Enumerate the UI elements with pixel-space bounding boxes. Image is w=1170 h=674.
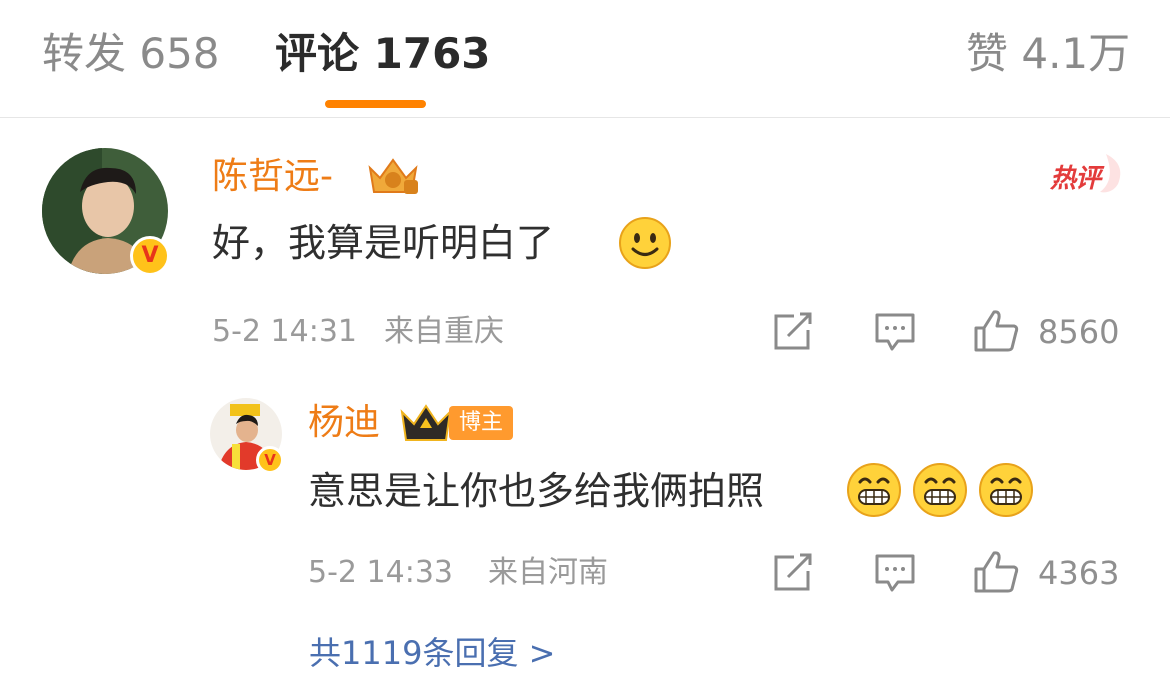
reply-text: 意思是让你也多给我俩拍照 [308, 469, 765, 513]
more-replies-link[interactable]: 共1119条回复 > [309, 628, 555, 674]
blogger-badge: 博主 [449, 406, 514, 440]
crown-icon [400, 404, 452, 441]
share-icon[interactable] [772, 312, 814, 352]
reply-like-count: 4363 [1038, 554, 1120, 592]
tab-comments[interactable]: 评论 1763 [275, 28, 491, 80]
comment-icon[interactable] [874, 312, 916, 352]
tab-repost[interactable]: 转发 658 [42, 28, 220, 80]
comment-location: 来自重庆 [384, 314, 504, 349]
active-tab-indicator [325, 100, 426, 108]
comment-username[interactable]: 陈哲远- [212, 154, 333, 200]
like-icon[interactable] [972, 549, 1020, 595]
reply-username[interactable]: 杨迪 [308, 400, 380, 446]
hot-comment-badge: 热评 [1048, 150, 1128, 196]
grin-emoji-icon [847, 463, 901, 517]
share-icon[interactable] [772, 553, 814, 593]
tab-bar: 转发 658 评论 1763 赞 4.1万 [0, 0, 1170, 118]
comment-like-count: 8560 [1038, 313, 1120, 351]
smile-emoji-icon [619, 217, 671, 269]
reply-verified-icon: V [256, 446, 284, 474]
crown-level-icon [368, 158, 418, 194]
grin-emoji-icon [979, 463, 1033, 517]
reply-location: 来自河南 [488, 555, 608, 590]
comment-icon[interactable] [874, 553, 916, 593]
like-icon[interactable] [972, 308, 1020, 354]
verified-icon: V [130, 236, 170, 276]
tab-likes[interactable]: 赞 4.1万 [966, 28, 1130, 80]
grin-emoji-icon [913, 463, 967, 517]
comment-timestamp: 5-2 14:31 [212, 314, 357, 349]
comment-text: 好，我算是听明白了 [212, 221, 555, 265]
reply-timestamp: 5-2 14:33 [308, 555, 453, 590]
hot-badge-label: 热评 [1050, 164, 1101, 194]
